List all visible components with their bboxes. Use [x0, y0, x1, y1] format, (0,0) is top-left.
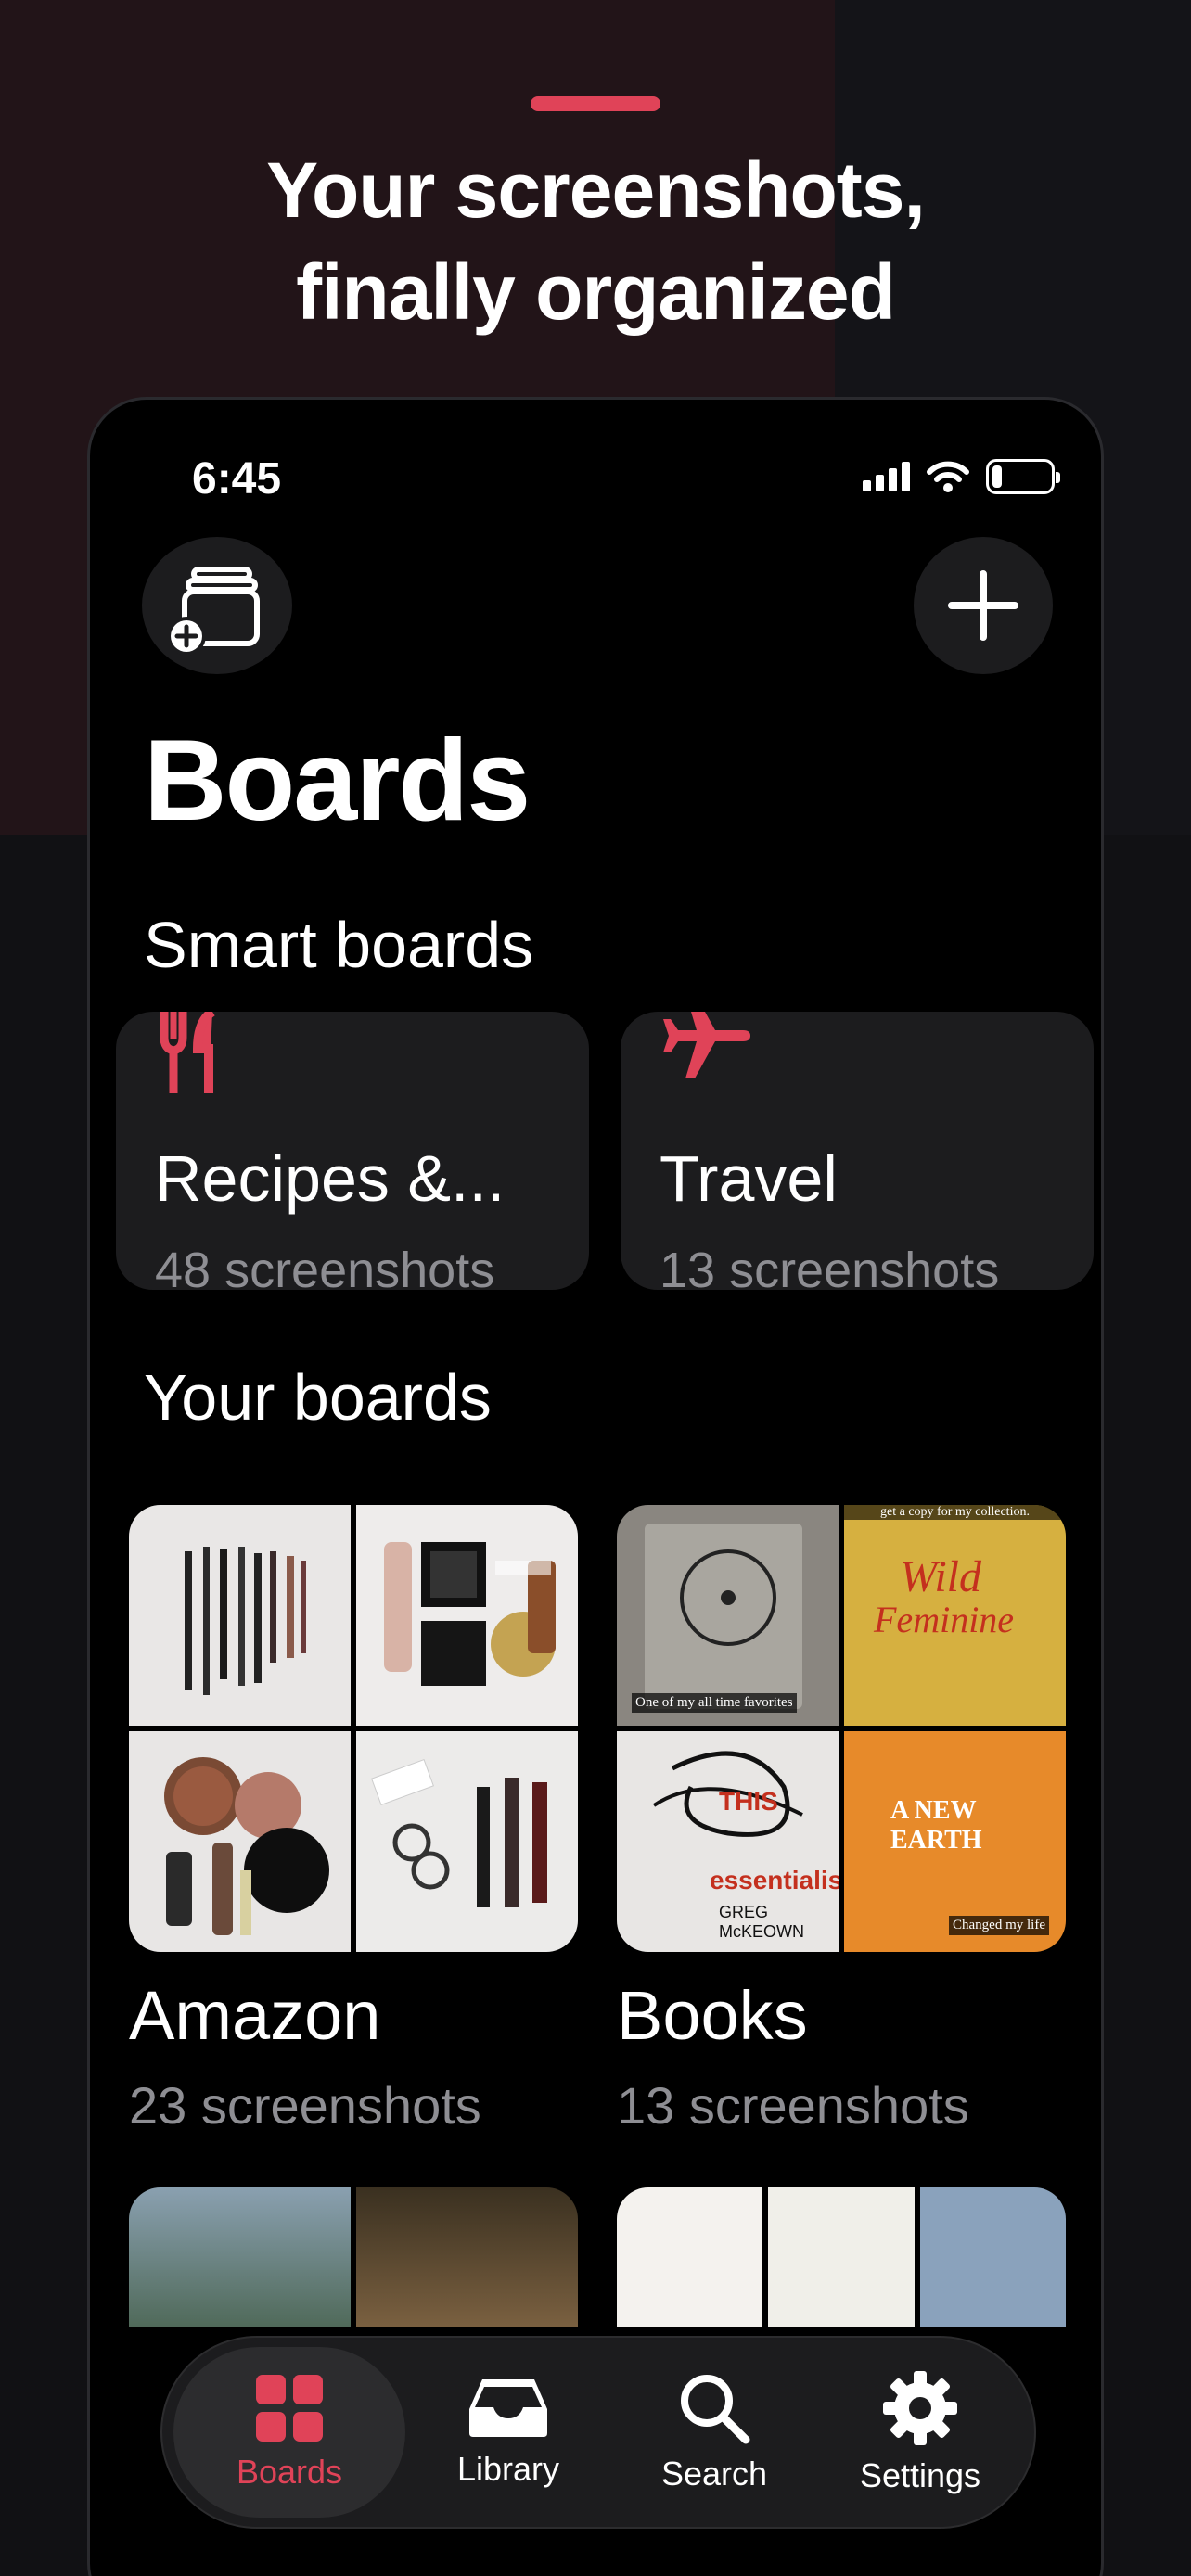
battery-icon — [986, 459, 1060, 494]
accent-line — [531, 96, 660, 111]
board-recipes-preview[interactable] — [617, 2187, 1066, 2327]
tab-label: Search — [660, 2455, 768, 2493]
grid-icon — [256, 2375, 323, 2442]
smart-board-count: 13 screenshots — [660, 1243, 1000, 1290]
tab-library[interactable]: Library — [405, 2347, 611, 2518]
wifi-icon — [927, 461, 969, 492]
thumbnail-book-cover-1: One of my all time favorites — [617, 1505, 839, 1726]
board-count: 13 screenshots — [617, 2076, 969, 2135]
your-boards-heading: Your boards — [144, 1361, 492, 1434]
new-board-button[interactable] — [142, 537, 292, 674]
tab-boards[interactable]: Boards — [173, 2347, 405, 2518]
search-icon — [681, 2375, 750, 2444]
smart-board-travel[interactable]: Travel 13 screenshots — [621, 1012, 1094, 1290]
gear-icon — [883, 2371, 957, 2445]
tray-icon — [469, 2379, 547, 2437]
tab-label: Library — [456, 2450, 560, 2488]
tab-label: Settings — [859, 2456, 981, 2494]
board-title: Amazon — [129, 1977, 381, 2054]
book-caption: Changed my life — [949, 1916, 1049, 1935]
add-button[interactable] — [914, 537, 1053, 674]
headline-line-2: finally organized — [296, 249, 896, 336]
thumbnail-brushes — [129, 1505, 351, 1726]
book-title-essentialism: essentialism — [710, 1866, 839, 1894]
thumbnail-book-cover-3: THIS essentialism GREG McKEOWN — [617, 1731, 839, 1952]
board-count: 23 screenshots — [129, 2076, 481, 2135]
book-title-feminine: Feminine — [874, 1599, 1015, 1640]
tab-label: Boards — [236, 2453, 343, 2491]
board-amazon[interactable]: Amazon 23 screenshots — [129, 1505, 578, 2136]
thumbnail-bronzer — [129, 1731, 351, 1952]
promo-headline: Your screenshots, finally organized — [0, 139, 1191, 343]
phone-frame: 6:45 Boards Smart boards Recipes &... 48… — [87, 397, 1104, 2576]
tab-search[interactable]: Search — [611, 2347, 817, 2518]
thumbnail-mountains — [129, 2187, 351, 2327]
thumbnail-makeup-set — [356, 1505, 578, 1726]
smart-boards-heading: Smart boards — [144, 909, 534, 981]
board-thumbnail-grid — [129, 1505, 578, 1952]
status-time: 6:45 — [192, 454, 282, 504]
smart-board-title: Recipes &... — [155, 1142, 506, 1215]
thumbnail-dome — [356, 2187, 578, 2327]
book-caption: One of my all time favorites — [632, 1693, 797, 1713]
headline-line-1: Your screenshots, — [266, 147, 926, 234]
board-books[interactable]: One of my all time favorites get a copy … — [617, 1505, 1066, 2136]
thumbnail-tools — [356, 1731, 578, 1952]
book-title-new-earth: A NEW EARTH — [890, 1796, 982, 1855]
board-thumbnail-grid: One of my all time favorites get a copy … — [617, 1505, 1066, 1952]
smart-board-recipes[interactable]: Recipes &... 48 screenshots — [116, 1012, 589, 1290]
thumbnail-recipe-2 — [768, 2187, 915, 2327]
cellular-signal-icon — [863, 462, 910, 491]
smart-board-title: Travel — [660, 1142, 838, 1215]
book-title-this: THIS — [719, 1787, 778, 1816]
book-author: GREG McKEOWN — [719, 1903, 804, 1941]
book-title-wild: Wild — [900, 1552, 982, 1601]
thumbnail-recipe-3 — [919, 2187, 1066, 2327]
fork-knife-icon — [160, 1012, 215, 1093]
thumbnail-book-cover-4: A NEW EARTH Changed my life — [844, 1731, 1066, 1952]
tab-settings[interactable]: Settings — [817, 2347, 1023, 2518]
book-caption: get a copy for my collection. — [844, 1505, 1066, 1520]
page-title: Boards — [144, 717, 531, 845]
airplane-icon — [663, 1012, 750, 1078]
board-travel-preview[interactable] — [129, 2187, 578, 2327]
stack-add-icon — [167, 567, 260, 656]
plus-icon — [948, 570, 1018, 641]
smart-board-count: 48 screenshots — [155, 1243, 495, 1290]
thumbnail-recipe-1 — [617, 2187, 763, 2327]
thumbnail-book-cover-2: get a copy for my collection. Wild Femin… — [844, 1505, 1066, 1726]
status-icons — [863, 459, 1060, 494]
board-title: Books — [617, 1977, 808, 2054]
tab-bar: Boards Library Search Settings — [160, 2336, 1036, 2529]
